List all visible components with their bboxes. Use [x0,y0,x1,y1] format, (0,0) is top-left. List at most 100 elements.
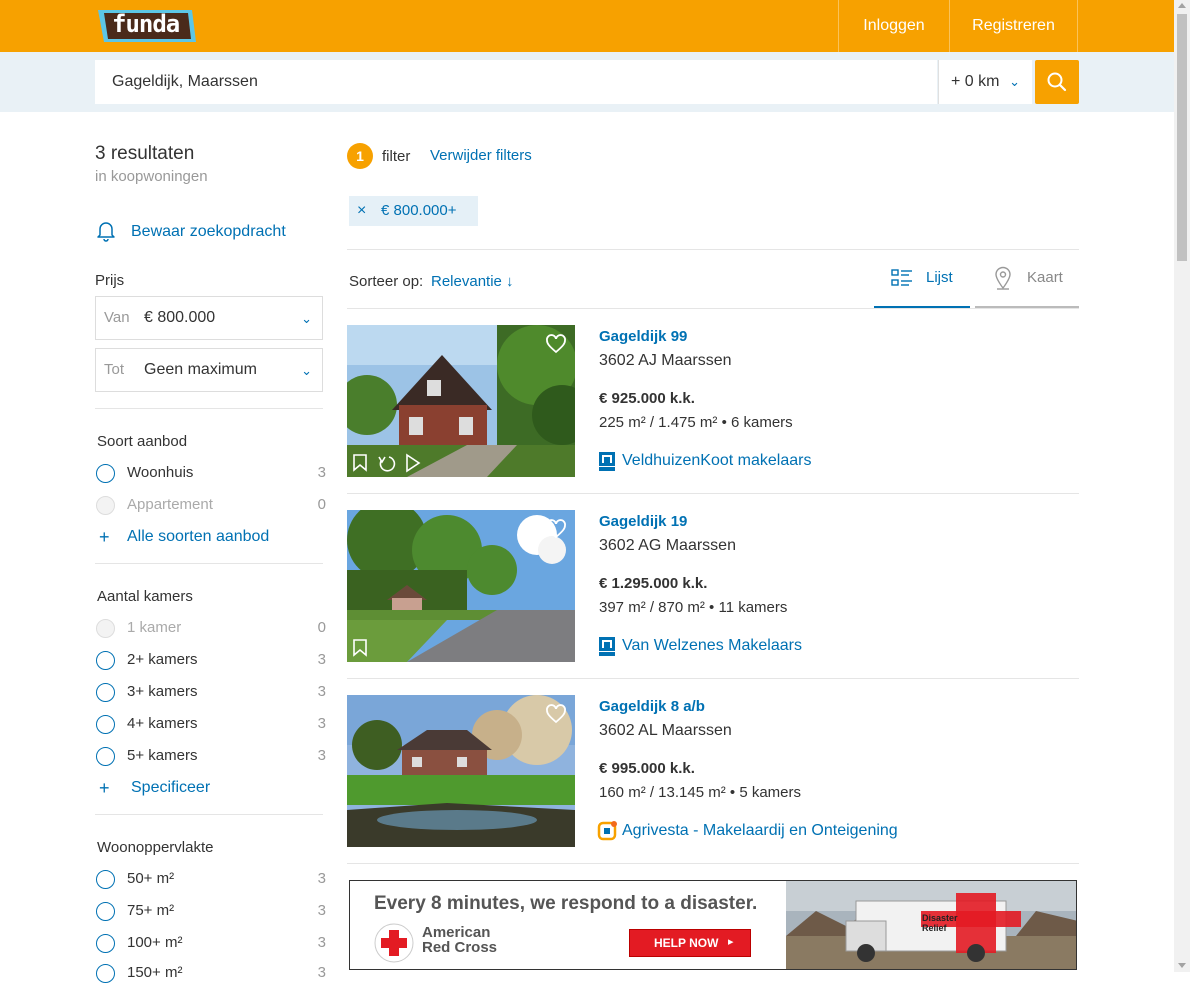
option-count: 3 [317,870,326,887]
listing-title[interactable]: Gageldijk 99 [599,328,687,345]
option-count: 3 [317,747,326,764]
ad-vehicle-line2: Relief [922,923,947,933]
listing-agent-link[interactable]: VeldhuizenKoot makelaars [599,452,999,472]
option-label: 5+ kamers [127,747,198,764]
listing-photo[interactable] [347,695,575,847]
agent-name: VeldhuizenKoot makelaars [622,452,812,469]
search-button[interactable] [1035,60,1079,104]
search-icon [1047,72,1067,92]
option-count: 3 [317,683,326,700]
heart-icon[interactable] [545,518,567,540]
specify-rooms-link[interactable]: + Specificeer [99,777,299,799]
nvm-logo-icon [599,452,615,471]
rooms-option-3[interactable]: 3+ kamers 3 [96,681,326,703]
listing-price: € 1.295.000 k.k. [599,575,708,592]
listing-title[interactable]: Gageldijk 8 a/b [599,698,705,715]
radius-select[interactable]: + 0 km ⌄ [938,60,1032,104]
radio-button[interactable] [96,870,115,889]
search-input[interactable]: Gageldijk, Maarssen [95,60,937,104]
rooms-option-5[interactable]: 5+ kamers 3 [96,745,326,767]
listing-address: 3602 AL Maarssen [599,722,732,739]
listing-price: € 995.000 k.k. [599,760,695,777]
chevron-down-icon: ⌄ [301,363,312,378]
divider [347,493,1079,494]
radio-button[interactable] [96,715,115,734]
register-link[interactable]: Registreren [949,0,1078,52]
filter-count-badge: 1 [347,143,373,169]
option-label: 150+ m² [127,964,183,981]
ad-cta-label: HELP NOW [654,936,719,950]
area-option-75[interactable]: 75+ m² 3 [96,900,326,922]
ad-banner[interactable]: Every 8 minutes, we respond to a disaste… [349,880,1077,970]
listing-address: 3602 AJ Maarssen [599,352,732,369]
listing-photo[interactable] [347,325,575,477]
separator: • [721,414,731,431]
radio-button[interactable] [96,464,115,483]
option-count: 3 [317,964,326,981]
login-link[interactable]: Inloggen [838,0,949,52]
remove-filters-link[interactable]: Verwijder filters [430,147,532,164]
radio-button[interactable] [96,683,115,702]
agrivesta-logo-icon [597,821,617,841]
price-title: Prijs [95,272,125,289]
search-bar: Gageldijk, Maarssen + 0 km ⌄ [0,52,1174,112]
radio-button[interactable] [96,747,115,766]
filter-label: filter [382,148,411,165]
price-from-label: Van [104,309,130,326]
sort-select[interactable]: Relevantie ↓ [431,273,514,290]
scrollbar-thumb[interactable] [1177,14,1187,261]
listing-area: 225 m² / 1.475 m² [599,414,718,431]
radio-button[interactable] [96,651,115,670]
logo-text: funda [112,10,180,38]
ad-help-now-button[interactable]: HELP NOW ▸ [629,929,751,957]
divider [347,308,1079,309]
rooms-option-1: 1 kamer 0 [96,617,326,639]
option-count: 0 [317,619,326,636]
nvm-logo-icon [599,637,615,656]
close-icon[interactable]: × [357,196,366,226]
page-scrollbar[interactable] [1174,0,1190,972]
rooms-option-4[interactable]: 4+ kamers 3 [96,713,326,735]
floorplan-icon [353,639,367,657]
price-to-value: Geen maximum [144,361,257,378]
listing-meta: 160 m² / 13.145 m² • 5 kamers [599,784,801,801]
listing-agent-link[interactable]: Agrivesta - Makelaardij en Onteigening [597,821,999,842]
option-count: 3 [317,715,326,732]
heart-icon[interactable] [545,703,567,725]
all-offer-types-link[interactable]: + Alle soorten aanbod [99,526,299,548]
listing-address: 3602 AG Maarssen [599,537,736,554]
tab-list[interactable]: Lijst [874,256,970,308]
radio-button[interactable] [96,934,115,953]
radius-value: + 0 km [951,73,1000,90]
radio-button[interactable] [96,964,115,983]
house-photo [347,695,575,847]
area-option-100[interactable]: 100+ m² 3 [96,932,326,954]
chevron-down-icon: ⌄ [1009,74,1020,89]
ad-org-line2: Red Cross [422,939,498,956]
filter-chip[interactable]: × € 800.000+ [349,196,478,226]
scroll-up-arrow[interactable] [1178,3,1186,8]
option-count: 3 [317,464,326,481]
rooms-option-2[interactable]: 2+ kamers 3 [96,649,326,671]
price-to-select[interactable]: Tot Geen maximum ⌄ [95,348,323,392]
offer-option-woonhuis[interactable]: Woonhuis 3 [96,462,326,484]
living-area-title: Woonoppervlakte [97,839,214,856]
offer-option-appartement: Appartement 0 [96,494,326,516]
heart-icon[interactable] [545,333,567,355]
listing-title[interactable]: Gageldijk 19 [599,513,687,530]
listing-agent-link[interactable]: Van Welzenes Makelaars [599,637,999,657]
listing-photo[interactable] [347,510,575,662]
radio-button[interactable] [96,902,115,921]
top-bar: funda Inloggen Registreren [0,0,1174,52]
plus-icon: + [99,527,110,547]
price-from-value: € 800.000 [144,309,216,326]
arrow-right-icon: ▸ [728,936,734,948]
scroll-down-arrow[interactable] [1178,963,1186,968]
tab-map[interactable]: Kaart [975,256,1079,308]
divider [95,563,323,564]
area-option-50[interactable]: 50+ m² 3 [96,868,326,890]
media-icons [353,453,421,473]
ad-vehicle-line1: Disaster [922,913,958,923]
price-from-select[interactable]: Van € 800.000 ⌄ [95,296,323,340]
area-option-150[interactable]: 150+ m² 3 [96,962,326,984]
